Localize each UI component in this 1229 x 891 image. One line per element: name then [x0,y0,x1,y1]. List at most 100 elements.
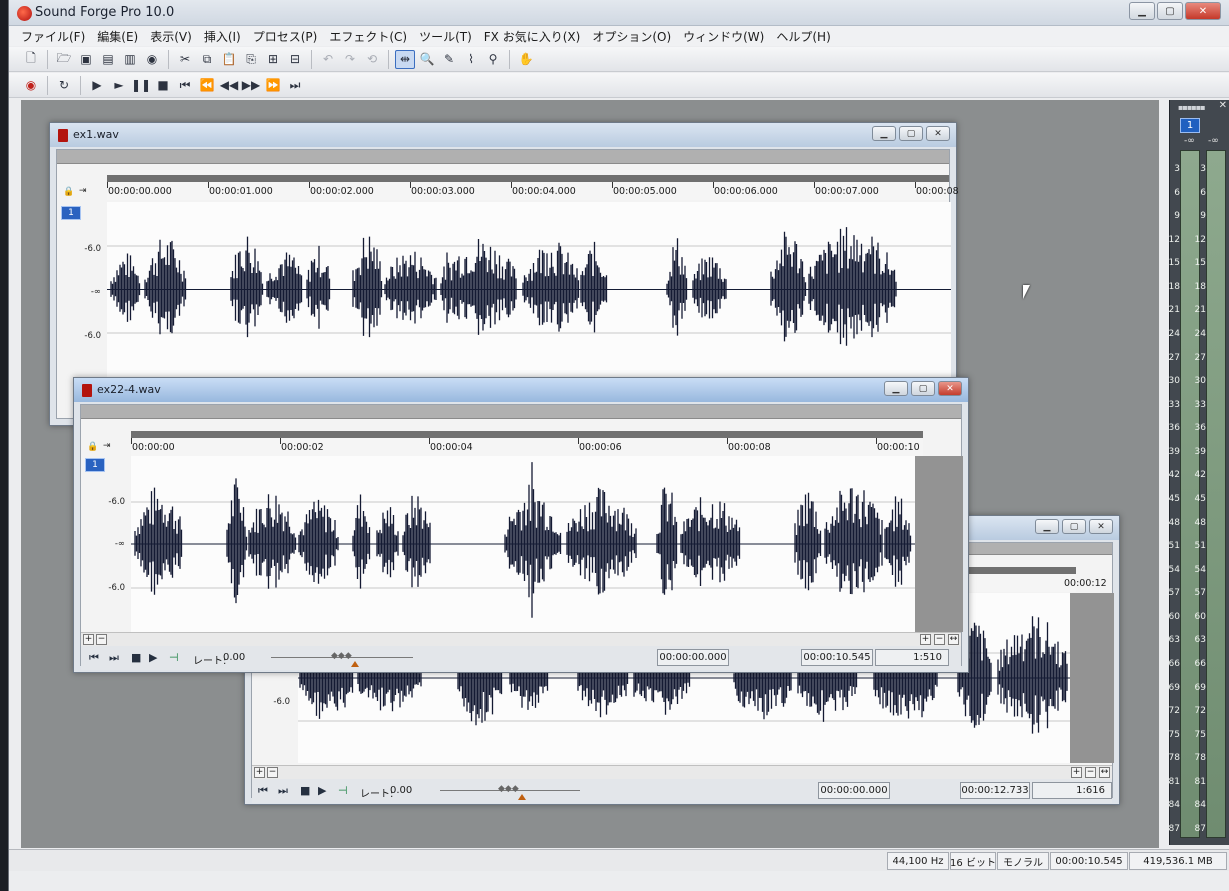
rewind-icon[interactable]: ◀◀ [219,76,239,95]
rate-thumb-icon[interactable]: ◆◆◆ [498,784,519,794]
play-icon[interactable]: ▶ [318,784,326,797]
close-button[interactable]: ✕ [938,381,962,396]
go-start-icon[interactable]: ⏮ [175,76,195,95]
cut-icon[interactable]: ✂ [175,50,195,69]
go-end-icon[interactable]: ⏭ [285,76,305,95]
go-end-icon[interactable]: ⏭ [109,651,119,665]
event-tool-icon[interactable]: ⚲ [483,50,503,69]
mix-icon[interactable]: ⊞ [263,50,283,69]
save-icon[interactable]: ▣ [76,50,96,69]
snap-icon[interactable]: ⇥ [79,186,87,196]
channel-badge[interactable]: 1 [61,206,81,220]
menu-process[interactable]: プロセス(P) [253,28,318,45]
render-icon[interactable]: ▥ [120,50,140,69]
zoom-out-time-button[interactable]: − [934,634,945,645]
time-ruler[interactable]: 00:00:00 00:00:02 00:00:04 00:00:06 00:00:08… [131,438,923,456]
repeat-icon[interactable]: ⟲ [362,50,382,69]
play-icon[interactable]: ▶ [149,651,157,664]
menu-fx-favorites[interactable]: FX お気に入り(X) [484,28,581,45]
menu-view[interactable]: 表示(V) [150,28,192,45]
waveform-area[interactable] [131,456,915,632]
go-start-icon[interactable]: ⏮ [258,784,268,798]
copy-icon[interactable]: ⧉ [197,50,217,69]
data-window-ex22-4[interactable]: ex22-4.wav ▁ ▢ ✕ 🔒 ⇥ 00:00:00 00:00:02 00:… [73,377,969,673]
selection-start-field[interactable]: 00:00:00.000 [818,782,890,799]
zoom-fit-button[interactable]: ↔ [1099,767,1110,778]
menu-help[interactable]: ヘルプ(H) [776,28,830,45]
window-title-bar[interactable]: ex22-4.wav ▁ ▢ ✕ [74,378,968,402]
pencil-tool-icon[interactable]: ✎ [439,50,459,69]
zoom-out-time-button[interactable]: − [1085,767,1096,778]
play-icon[interactable]: ► [109,76,129,95]
waveform-area[interactable] [107,202,951,377]
stop-icon[interactable]: ■ [300,784,310,797]
maximize-button[interactable]: ▢ [1062,519,1086,534]
play-all-icon[interactable]: ▶ [87,76,107,95]
zoom-in-time-button[interactable]: + [1071,767,1082,778]
minimize-button[interactable]: ▁ [872,126,896,141]
horizontal-scrollbar[interactable]: + − + − ↔ [252,765,1112,779]
go-end-icon[interactable]: ⏭ [278,784,288,798]
save-as-icon[interactable]: ▤ [98,50,118,69]
zoom-in-time-button[interactable]: + [920,634,931,645]
panel-grip-icon[interactable]: ▪▪▪▪▪▪ [1178,103,1206,112]
meter-channel-badge[interactable]: 1 [1180,118,1200,133]
undo-icon[interactable]: ↶ [318,50,338,69]
menu-tools[interactable]: ツール(T) [419,28,472,45]
lock-icon[interactable]: 🔒 [87,442,98,452]
maximize-button[interactable]: ▢ [1157,2,1183,20]
selection-start-field[interactable]: 00:00:00.000 [657,649,729,666]
open-icon[interactable]: 🗁 [54,50,74,69]
time-ruler[interactable]: 00:00:00.000 00:00:01.000 00:00:02.000 00:0… [107,182,959,200]
overview-bar[interactable] [81,405,961,419]
rate-thumb-icon[interactable]: ◆◆◆ [331,651,352,661]
panel-close-icon[interactable]: ✕ [1219,100,1227,111]
zoom-field[interactable]: 1:510 [875,649,949,666]
menu-options[interactable]: オプション(O) [592,28,671,45]
minimize-button[interactable]: ▁ [884,381,908,396]
pause-icon[interactable]: ❚❚ [131,76,151,95]
menu-edit[interactable]: 編集(E) [97,28,138,45]
menu-effects[interactable]: エフェクト(C) [329,28,407,45]
horizontal-scrollbar[interactable]: + − + − ↔ [81,632,961,646]
play-all-icon[interactable]: ⊣ [169,651,179,664]
length-field[interactable]: 00:00:12.733 [960,782,1030,799]
redo-icon[interactable]: ↷ [340,50,360,69]
maximize-button[interactable]: ▢ [899,126,923,141]
menu-insert[interactable]: 挿入(I) [204,28,241,45]
length-field[interactable]: 00:00:10.545 [801,649,873,666]
envelope-tool-icon[interactable]: ⌇ [461,50,481,69]
zoom-out-button[interactable]: − [267,767,278,778]
minimize-button[interactable]: ▁ [1129,2,1155,20]
record-icon[interactable]: ◉ [21,76,41,95]
menu-file[interactable]: ファイル(F) [21,28,85,45]
crop-icon[interactable]: ⊟ [285,50,305,69]
maximize-button[interactable]: ▢ [911,381,935,396]
stop-icon[interactable]: ■ [131,651,141,664]
window-title-bar[interactable]: ex1.wav ▁ ▢ ✕ [50,123,956,147]
zoom-fit-button[interactable]: ↔ [948,634,959,645]
zoom-field[interactable]: 1:616 [1032,782,1112,799]
menu-window[interactable]: ウィンドウ(W) [683,28,764,45]
forward-fast-icon[interactable]: ⏩ [263,76,283,95]
loop-icon[interactable]: ↻ [54,76,74,95]
stop-icon[interactable]: ■ [153,76,173,95]
paste-icon[interactable]: 📋 [219,50,239,69]
close-button[interactable]: ✕ [1185,2,1221,20]
close-button[interactable]: ✕ [1089,519,1113,534]
snap-icon[interactable]: ⇥ [103,441,111,451]
zoom-in-button[interactable]: + [254,767,265,778]
script-icon[interactable]: ✋ [516,50,536,69]
burn-icon[interactable]: ◉ [142,50,162,69]
channel-badge[interactable]: 1 [85,458,105,472]
forward-icon[interactable]: ▶▶ [241,76,261,95]
magnify-tool-icon[interactable]: 🔍 [417,50,437,69]
zoom-in-button[interactable]: + [83,634,94,645]
close-button[interactable]: ✕ [926,126,950,141]
overview-bar[interactable] [57,150,949,164]
paste-special-icon[interactable]: ⎘ [241,50,261,69]
play-all-icon[interactable]: ⊣ [338,784,348,797]
rewind-fast-icon[interactable]: ⏪ [197,76,217,95]
go-start-icon[interactable]: ⏮ [89,651,99,665]
edit-tool-icon[interactable]: ⇹ [395,49,415,69]
